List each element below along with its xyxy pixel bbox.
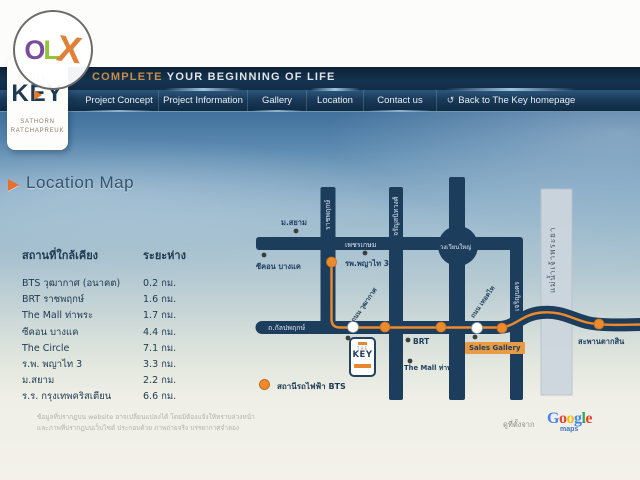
poi-dot bbox=[363, 251, 368, 256]
keybox-dash bbox=[358, 342, 367, 345]
poi-dot bbox=[408, 359, 413, 364]
poi-dot bbox=[406, 338, 411, 343]
poi-taksin-bridge: สะพานตากสิน bbox=[578, 337, 624, 346]
olx-watermark: O L X bbox=[13, 10, 93, 90]
credit-prefix: ดูที่ตั้งจาก bbox=[503, 419, 535, 431]
keybox-key: KEY bbox=[351, 351, 374, 360]
page: COMPLETE YOUR BEGINNING OF LIFE Project … bbox=[0, 0, 640, 480]
poi-dot bbox=[262, 253, 267, 258]
road-label-kanlapaphruek: ถ.กัลปพฤกษ์ bbox=[268, 323, 305, 334]
bts-station-dot bbox=[436, 322, 446, 332]
roundabout-label: วงเวียนใหญ่ bbox=[440, 242, 471, 252]
bts-station-dot bbox=[327, 257, 337, 267]
g-letter: G bbox=[547, 410, 559, 427]
the-key-map-marker: THE KEY bbox=[349, 337, 376, 377]
olx-o: O bbox=[24, 35, 45, 66]
road-label-ratchapruek: ราชพฤกษ์ bbox=[322, 192, 335, 238]
disclaimer-line1: ข้อมูลที่ปรากฏบน website อาจเปลี่ยนแปลงไ… bbox=[37, 412, 255, 422]
road-label-charoennakhon: เจริญนคร bbox=[511, 276, 524, 316]
poi-brt: BRT bbox=[413, 337, 429, 346]
disclaimer-line2: และภาพที่ปรากฏบนเว็บไซต์ ประกอบด้วย ภาพถ… bbox=[37, 423, 239, 433]
bts-station-dot bbox=[497, 323, 507, 333]
g-letter: o bbox=[566, 410, 574, 427]
logo-arrow-icon bbox=[34, 90, 42, 100]
google-maps-sub: maps bbox=[560, 426, 578, 433]
future-bts-station-dot bbox=[472, 323, 483, 334]
g-letter: e bbox=[585, 410, 592, 427]
legend-bts-label: สถานีรถไฟฟ้า BTS bbox=[277, 380, 346, 393]
logo-sub1: SATHORN bbox=[7, 118, 68, 127]
logo-subtitle: SATHORN RATCHAPREUK bbox=[7, 118, 68, 136]
keybox-strip bbox=[354, 364, 371, 368]
poi-siam-university: ม.สยาม bbox=[281, 218, 307, 227]
google-maps-credit[interactable]: ดูที่ตั้งจาก Google maps bbox=[503, 408, 633, 438]
sales-gallery-tag: Sales Gallery bbox=[465, 342, 525, 354]
legend-bts-dot bbox=[259, 379, 270, 390]
poi-dot bbox=[294, 229, 299, 234]
river-label: แม่น้ำเจ้าพระยา bbox=[546, 224, 559, 296]
poi-the-mall: The Mall ท่าพระ bbox=[404, 364, 459, 373]
poi-phyathai3: รพ.พญาไท 3 bbox=[345, 259, 389, 268]
bts-station-dot bbox=[380, 322, 390, 332]
olx-x: X bbox=[54, 27, 84, 72]
logo-sub2: RATCHAPREUK bbox=[7, 127, 68, 136]
road-label-phetkasem: เพชรเกษม bbox=[345, 240, 376, 251]
poi-dot bbox=[473, 335, 478, 340]
road-label-charansanitwong: จรัญสนิทวงศ์ bbox=[390, 190, 403, 242]
poi-seacon-bangkae: ซีคอน บางแค bbox=[256, 262, 301, 271]
bts-station-dot bbox=[594, 319, 604, 329]
